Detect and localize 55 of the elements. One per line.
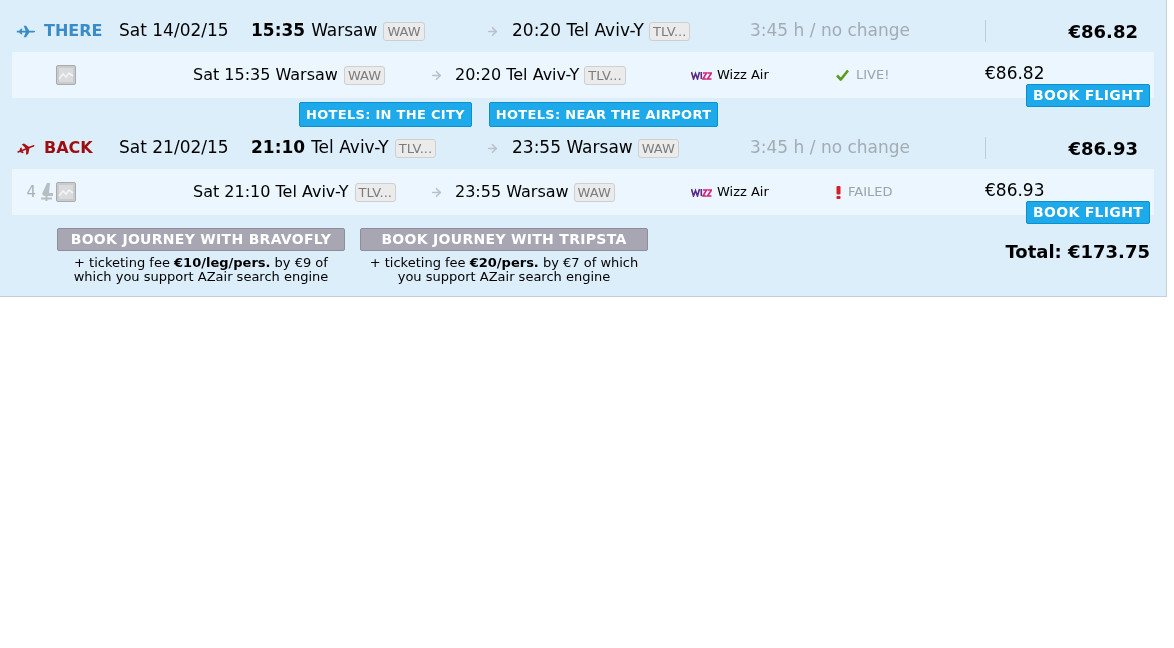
book-flight-button[interactable]: BOOK FLIGHT: [1026, 84, 1150, 107]
book-flight-button[interactable]: BOOK FLIGHT: [1026, 201, 1150, 224]
total-price: Total: €173.75: [1005, 241, 1150, 262]
status-label: LIVE!: [856, 66, 890, 85]
hotels-button[interactable]: HOTELS: NEAR THE AIRPORT: [488, 102, 719, 127]
flight-duration: 3:45 h / no change: [750, 19, 911, 43]
arrow-right-icon: [486, 141, 499, 155]
airplane-icon: [16, 141, 37, 155]
airport-code: TLV...: [394, 138, 437, 158]
image-icon: [56, 65, 76, 85]
leg-label: THERE: [44, 20, 103, 42]
airport-code: WAW: [573, 182, 615, 202]
book-journey-button[interactable]: BOOK JOURNEY WITH TRIPSTA: [360, 228, 648, 251]
airline-logo-icon: [691, 70, 712, 80]
departure-time: 21:10: [251, 136, 306, 160]
departure-city: Warsaw: [311, 19, 378, 43]
leg-label: BACK: [44, 137, 93, 159]
arrival: 23:55 Warsaw: [455, 181, 569, 203]
ticketing-fee-note: + ticketing fee €20/pers. by €7 of which you support AZair search engine: [368, 256, 640, 284]
arrow-right-icon: [430, 68, 443, 82]
airplane-icon: [16, 24, 37, 38]
departure: Sat 21:10 Tel Aviv-Y: [193, 181, 349, 203]
airline-name: Wizz Air: [717, 66, 769, 85]
book-journey-button[interactable]: BOOK JOURNEY WITH BRAVOFLY: [57, 228, 345, 251]
airline-name: Wizz Air: [717, 183, 769, 202]
seat-icon: [38, 182, 54, 202]
departure-city: Tel Aviv-Y: [311, 136, 389, 160]
image-icon: [56, 182, 76, 202]
airport-code: WAW: [637, 138, 679, 158]
airport-code: TLV...: [584, 65, 626, 85]
departure-time: 15:35: [251, 19, 306, 43]
leg-date: Sat 21/02/15: [119, 136, 229, 160]
airport-code: WAW: [383, 21, 425, 41]
check-icon: [836, 69, 849, 81]
departure: Sat 15:35 Warsaw: [193, 64, 338, 86]
hotels-button[interactable]: HOTELS: IN THE CITY: [299, 102, 472, 127]
seat-count: 4: [26, 181, 36, 203]
arrival: 20:20 Tel Aviv-Y: [512, 19, 644, 43]
arrival: 20:20 Tel Aviv-Y: [455, 64, 580, 86]
ticketing-fee-note: + ticketing fee €10/leg/pers. by €9 of which you support AZair search engine: [72, 256, 330, 284]
airport-code: TLV...: [649, 21, 691, 41]
airport-code: WAW: [343, 65, 386, 85]
airline-logo-icon: [691, 187, 712, 197]
status-label: FAILED: [848, 183, 893, 202]
leg-price: €86.93: [1068, 136, 1138, 161]
arrow-right-icon: [486, 24, 499, 38]
exclamation-icon: [836, 185, 841, 199]
flight-price: €86.93: [985, 180, 1045, 200]
arrow-right-icon: [430, 185, 443, 199]
arrival: 23:55 Warsaw: [512, 136, 633, 160]
flight-price: €86.82: [985, 63, 1045, 83]
leg-price: €86.82: [1068, 19, 1138, 44]
leg-date: Sat 14/02/15: [119, 19, 229, 43]
flight-duration: 3:45 h / no change: [750, 136, 911, 160]
airport-code: TLV...: [354, 182, 396, 202]
